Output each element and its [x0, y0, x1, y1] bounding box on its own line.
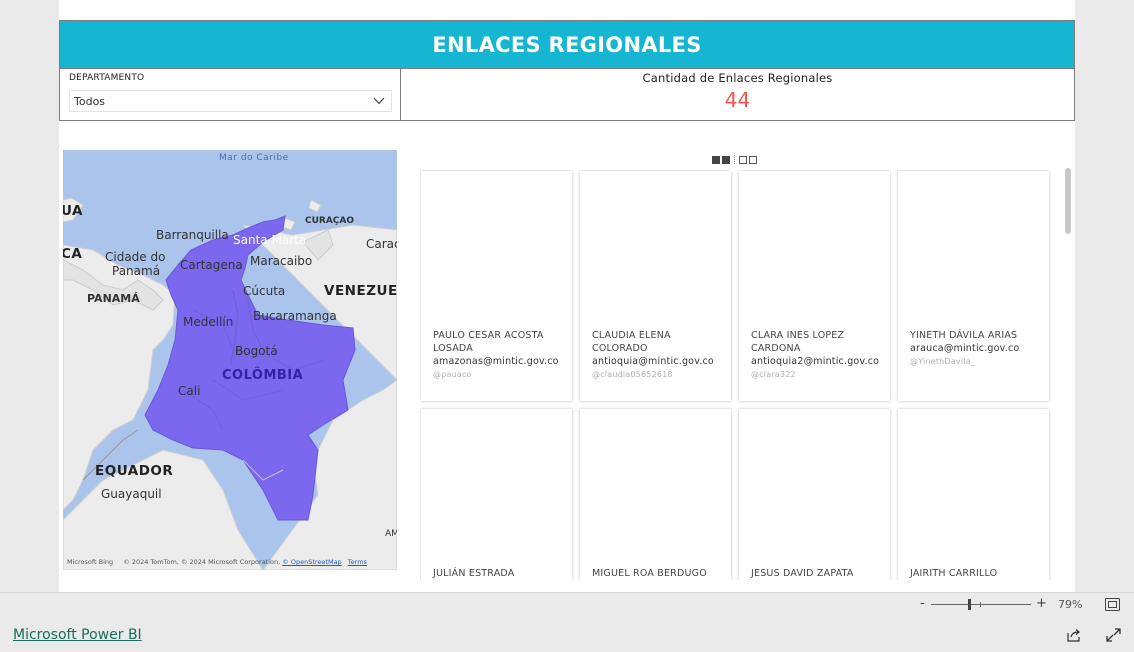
person-card[interactable]: CLAUDIA ELENA COLORADO antioquia@mintic.g…: [580, 171, 731, 401]
expand-icon[interactable]: [1106, 628, 1121, 642]
bing-logo: Microsoft Bing: [67, 558, 114, 566]
map-label-panama: PANAMÁ: [87, 292, 140, 305]
map-label-carac: Carac: [366, 237, 397, 251]
department-dropdown[interactable]: Todos: [69, 90, 392, 112]
map-label-am: AM: [385, 529, 397, 539]
person-card[interactable]: CLARA INES LOPEZ CARDONA antioquia2@minti…: [739, 171, 890, 401]
map-label-colombia: COLÔMBIA: [222, 368, 304, 383]
map-label-cidade-do: Cidade do: [105, 250, 166, 264]
person-name: YINETH DÁVILA ARIAS: [910, 330, 1018, 341]
chevron-down-icon: [373, 97, 385, 105]
person-name: CLAUDIA ELENA COLORADO: [592, 330, 671, 354]
person-email: antioquia2@mintic.gov.co: [751, 356, 880, 367]
zoom-slider-thumb[interactable]: [968, 599, 971, 610]
map-label-panama-city: Panamá: [112, 264, 161, 278]
map-label-ca: CA: [63, 246, 83, 262]
map-label-bucaramanga: Bucaramanga: [253, 309, 337, 323]
zoom-slider-track[interactable]: [931, 604, 1031, 605]
map-label-barranquilla: Barranquilla: [156, 228, 229, 242]
person-name: JAIRITH CARRILLO: [910, 568, 998, 579]
map-attribution: Microsoft Bing © 2024 TomTom, © 2024 Mic…: [67, 558, 367, 566]
map-label-cartagena: Cartagena: [180, 258, 243, 272]
map-label-sea: Mar do Caribe: [219, 153, 289, 163]
person-name: JESUS DAVID ZAPATA: [751, 568, 854, 579]
page-indicator-3[interactable]: [739, 155, 747, 164]
person-name: PAULO CESAR ACOSTA LOSADA: [433, 330, 544, 354]
person-card[interactable]: PAULO CESAR ACOSTA LOSADA amazonas@mintic…: [421, 171, 572, 401]
dropdown-value: Todos: [74, 95, 106, 108]
person-card[interactable]: JESUS DAVID ZAPATA: [739, 409, 890, 580]
map-label-bogota: Bogotá: [235, 344, 278, 358]
map-visual[interactable]: Mar do Caribe UA CURAÇAO Barranquilla Sa…: [63, 150, 397, 570]
map-label-equador: EQUADOR: [95, 463, 174, 479]
person-email: antioquia@mintic.gov.co: [592, 356, 714, 367]
zoom-bar: - + 79%: [0, 592, 1134, 616]
map-label-cucuta: Cúcuta: [243, 284, 286, 298]
filter-row: DEPARTAMENTO Todos Cantidad de Enlaces R…: [59, 69, 1075, 121]
person-card[interactable]: YINETH DÁVILA ARIAS arauca@mintic.gov.co @…: [898, 171, 1049, 401]
page-indicator-1[interactable]: [712, 155, 720, 164]
page-indicator-2[interactable]: [722, 155, 730, 164]
person-email: amazonas@mintic.gov.co: [433, 356, 559, 367]
map-label-maracaibo: Maracaibo: [250, 254, 313, 268]
person-handle: @claudia05652618: [592, 370, 673, 379]
count-card: Cantidad de Enlaces Regionales 44: [401, 69, 1074, 120]
report-title: ENLACES REGIONALES: [432, 32, 702, 57]
person-handle: @clara322: [751, 370, 796, 379]
zoom-in-button[interactable]: +: [1036, 596, 1047, 611]
power-bi-link[interactable]: Microsoft Power BI: [13, 627, 142, 643]
fit-to-page-icon[interactable]: [1105, 598, 1120, 611]
map-label-ua: UA: [63, 203, 83, 219]
map-label-medellin: Medellín: [183, 315, 234, 329]
map-graphic: [63, 150, 397, 570]
share-icon[interactable]: [1066, 628, 1081, 642]
person-handle: @pauaco: [433, 370, 472, 379]
map-label-cali: Cali: [178, 384, 201, 398]
zoom-slider-tick: [980, 602, 981, 607]
report-header: ENLACES REGIONALES: [59, 20, 1075, 69]
person-card[interactable]: JULIÁN ESTRADA: [421, 409, 572, 580]
person-email: arauca@mintic.gov.co: [910, 343, 1020, 354]
person-handle: @YinethDavila_: [910, 357, 975, 366]
person-card[interactable]: JAIRITH CARRILLO: [898, 409, 1049, 580]
osm-link[interactable]: © OpenStreetMap: [282, 558, 341, 566]
person-name: CLARA INES LOPEZ CARDONA: [751, 330, 845, 354]
zoom-out-button[interactable]: -: [920, 596, 925, 611]
card-title: Cantidad de Enlaces Regionales: [642, 71, 833, 85]
slicer-label: DEPARTAMENTO: [69, 73, 145, 83]
person-name: JULIÁN ESTRADA: [433, 568, 515, 579]
map-copyright: © 2024 TomTom, © 2024 Microsoft Corporat…: [123, 558, 281, 566]
person-card[interactable]: MIGUEL ROA BERDUGO: [580, 409, 731, 580]
footer-bar: Microsoft Power BI: [0, 616, 1134, 652]
department-slicer: DEPARTAMENTO Todos: [60, 69, 401, 120]
zoom-percentage: 79%: [1058, 598, 1083, 611]
map-label-curacao: CURAÇAO: [305, 216, 355, 226]
person-name: MIGUEL ROA BERDUGO: [592, 568, 707, 579]
map-label-guayaquil: Guayaquil: [101, 487, 162, 501]
page-indicator-4[interactable]: [749, 155, 757, 164]
people-grid: PAULO CESAR ACOSTA LOSADA amazonas@mintic…: [420, 170, 1060, 580]
card-value: 44: [724, 88, 751, 112]
pager-divider: [734, 155, 735, 164]
page-navigator: [712, 155, 757, 164]
grid-scrollbar[interactable]: [1065, 168, 1071, 234]
report-canvas: ENLACES REGIONALES DEPARTAMENTO Todos Ca…: [59, 0, 1075, 592]
map-label-venezuela: VENEZUEL: [324, 283, 397, 299]
map-label-santa-marta: Santa Marta: [233, 233, 307, 247]
terms-link[interactable]: Terms: [348, 558, 367, 566]
